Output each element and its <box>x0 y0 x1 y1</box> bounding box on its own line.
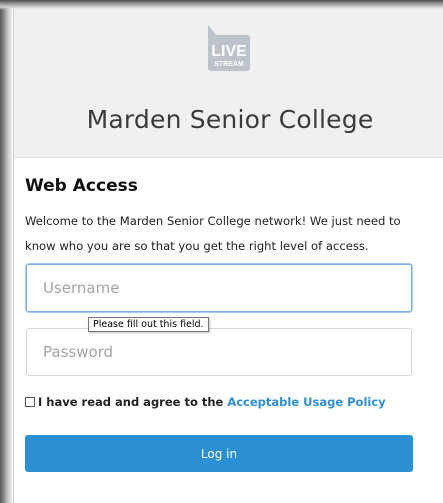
username-input[interactable] <box>26 264 412 312</box>
agree-text: I have read and agree to the <box>38 395 224 409</box>
logo-line2: STREAM <box>214 61 244 68</box>
intro-text: Welcome to the Marden Senior College net… <box>25 214 401 253</box>
window-shadow-left <box>0 0 12 503</box>
page-title: Marden Senior College <box>86 105 374 134</box>
logo-line1: LIVE <box>211 43 247 60</box>
login-button[interactable]: Log in <box>25 435 413 472</box>
header: LIVE STREAM Marden Senior College <box>14 9 443 158</box>
agree-row: I have read and agree to the Acceptable … <box>25 395 386 409</box>
acceptable-usage-policy-link[interactable]: Acceptable Usage Policy <box>227 395 385 409</box>
form-heading: Web Access <box>25 176 138 196</box>
login-page: LIVE STREAM Marden Senior College Web Ac… <box>0 0 443 503</box>
agree-checkbox[interactable] <box>25 397 35 407</box>
password-input[interactable] <box>26 328 412 376</box>
validation-tooltip: Please fill out this field. <box>88 317 209 332</box>
livestream-logo-icon: LIVE STREAM <box>208 25 250 71</box>
